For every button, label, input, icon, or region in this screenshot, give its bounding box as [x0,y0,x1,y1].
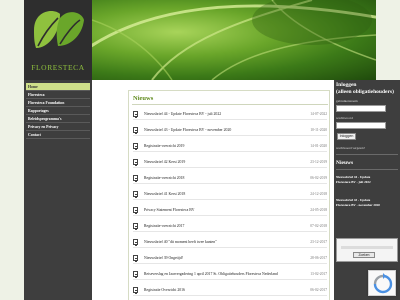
nav-item-beleidsprogrammas[interactable]: Beleidsprogramma's [26,115,90,123]
news-row[interactable]: Nieuwsbrief 41 Kerst 2018 24-12-2018 [133,190,327,200]
news-date: 23-12-2019 [310,160,327,164]
news-date: 06-02-2019 [310,176,327,180]
side-news-line[interactable]: Floresteca BV - juli 2022 [336,180,398,185]
document-icon [133,175,138,182]
news-date: 24-12-2018 [310,192,327,196]
panel-divider [336,154,398,155]
main-nav: Home Floresteca Floresteca Foundation Ra… [26,83,90,139]
nav-item-privacy[interactable]: Privacy en Privacy [26,123,90,131]
news-title-link[interactable]: Registratie-overzicht 2019 [144,144,184,148]
news-row[interactable]: Nieuwsbrief 44 - Update Floresteca BV - … [133,110,327,120]
news-row[interactable]: Nieuwsbrief 43 - Update Floresteca BV - … [133,126,327,136]
username-input[interactable] [336,105,386,112]
side-news-item[interactable]: Nieuwsbrief 43 - Update Floresteca BV - … [336,198,398,208]
document-icon [133,207,138,214]
news-row[interactable]: Nieuwsbrief 40 "dit moment heeft twee ka… [133,238,327,248]
document-icon [133,111,138,118]
side-news-line[interactable]: Floresteca BV - november 2020 [336,203,398,208]
news-title-link[interactable]: Nieuwsbrief 41 Kerst 2018 [144,192,185,196]
news-row[interactable]: Reiseverslag en Jaarvergadering 1 april … [133,270,327,280]
news-heading: Nieuws [133,95,154,102]
document-icon [133,287,138,294]
news-row[interactable]: Nieuwsbrief 42 Kerst 2019 23-12-2019 [133,158,327,168]
login-subtitle: (alleen obligatiehouders) [336,89,394,95]
search-button[interactable]: Zoeken [353,252,375,258]
login-title: Inloggen [336,82,357,88]
news-date: 07-02-2018 [310,224,327,228]
news-panel: Nieuws Nieuwsbrief 44 - Update Florestec… [128,90,330,300]
username-label: gebruikersnaam [336,99,358,103]
recaptcha-icon [373,273,393,294]
nav-item-floresteca-foundation[interactable]: Floresteca Foundation [26,99,90,107]
document-icon [133,223,138,230]
nav-item-home[interactable]: Home [26,83,90,91]
document-icon [133,239,138,246]
document-icon [133,191,138,198]
recaptcha-badge[interactable] [368,270,396,296]
news-title-link[interactable]: Registratie Overzicht 2016 [144,288,185,292]
news-title-link[interactable]: Registratie-overzicht 2017 [144,224,184,228]
nav-item-floresteca[interactable]: Floresteca [26,91,90,99]
document-icon [133,127,138,134]
news-date: 14-01-2020 [310,144,327,148]
news-title-link[interactable]: Nieuwsbrief 43 - Update Floresteca BV - … [144,128,231,132]
news-row[interactable]: Registratie-overzicht 2019 14-01-2020 [133,142,327,152]
news-row[interactable]: Registratie Overzicht 2016 06-02-2017 [133,286,327,296]
news-title-link[interactable]: Registratie-overzicht 2018 [144,176,184,180]
news-title-link[interactable]: Privacy Statement Floresteca BV [144,208,195,212]
forgot-password-link[interactable]: wachtwoord vergeten? [336,146,365,150]
heading-divider [132,104,328,105]
news-title-link[interactable]: Nieuwsbrief 42 Kerst 2019 [144,160,185,164]
news-row[interactable]: Nieuwsbrief 39 Ongetijd! 28-06-2017 [133,254,327,264]
header-banner-image [92,0,376,80]
news-row[interactable]: Privacy Statement Floresteca BV 24-05-20… [133,206,327,216]
side-news-title: Nieuws [336,160,354,166]
news-title-link[interactable]: Nieuwsbrief 44 - Update Floresteca BV - … [144,112,221,116]
page-container: FLORESTECA Home Floresteca Floresteca Fo… [24,0,400,300]
logo-text: FLORESTECA [31,63,85,72]
news-title-link[interactable]: Nieuwsbrief 40 "dit moment heeft twee ka… [144,240,217,244]
document-icon [133,143,138,150]
panel-divider [336,169,398,170]
nav-item-contact[interactable]: Contact [26,131,90,139]
nav-item-rapportages[interactable]: Rapportages [26,107,90,115]
news-row[interactable]: Registratie-overzicht 2018 06-02-2019 [133,174,327,184]
search-input[interactable] [341,246,393,249]
right-sidebar: Inloggen (alleen obligatiehouders) gebru… [334,80,400,300]
logo[interactable]: FLORESTECA [24,0,92,80]
side-news-item[interactable]: Nieuwsbrief 44 - Update Floresteca BV - … [336,175,398,185]
password-label: wachtwoord [336,116,353,120]
news-row[interactable]: Registratie-overzicht 2017 07-02-2018 [133,222,327,232]
news-date: 24-05-2018 [310,208,327,212]
login-button[interactable]: Inloggen [337,133,356,140]
news-date: 10-11-2020 [310,128,327,132]
news-date: 28-06-2017 [310,256,327,260]
news-title-link[interactable]: Nieuwsbrief 39 Ongetijd! [144,256,183,260]
leaf-banner-icon [92,0,376,80]
news-date: 14-07-2022 [310,112,327,116]
leaf-logo-icon [34,11,84,48]
document-icon [133,255,138,262]
left-sidebar: FLORESTECA Home Floresteca Floresteca Fo… [24,0,92,300]
news-date: 06-02-2017 [310,288,327,292]
password-input[interactable] [336,122,386,129]
document-icon [133,159,138,166]
search-box: Zoeken [336,238,398,262]
news-date: 23-12-2017 [310,240,327,244]
document-icon [133,271,138,278]
news-date: 13-02-2017 [310,272,327,276]
news-title-link[interactable]: Reiseverslag en Jaarvergadering 1 april … [144,272,278,276]
